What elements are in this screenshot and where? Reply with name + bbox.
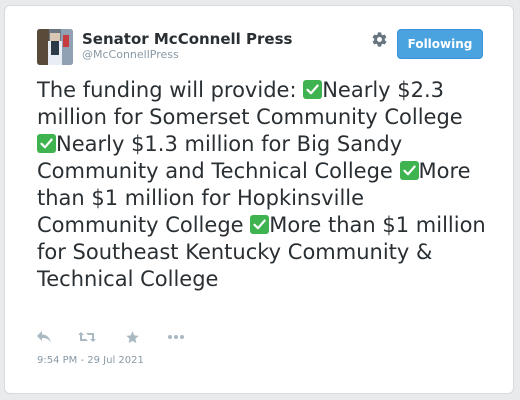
avatar-image [37, 29, 73, 65]
reply-icon[interactable] [35, 328, 53, 346]
tweet-text: The funding will provide: Nearly $2.3 mi… [37, 77, 487, 293]
tweet-intro: The funding will provide: [37, 78, 304, 102]
check-mark-emoji-icon [303, 80, 323, 99]
check-mark-emoji-icon [37, 134, 56, 153]
gear-icon[interactable] [371, 31, 388, 48]
check-mark-emoji-icon [250, 215, 270, 234]
account-handle[interactable]: @McConnellPress [82, 48, 179, 61]
star-icon[interactable] [123, 328, 141, 346]
tweet-timestamp[interactable]: 9:54 PM - 29 Jul 2021 [37, 355, 144, 366]
avatar[interactable] [37, 29, 73, 65]
account-name[interactable]: Senator McConnell Press [82, 30, 292, 48]
retweet-icon[interactable] [78, 328, 96, 346]
check-mark-emoji-icon [399, 161, 419, 180]
following-button[interactable]: Following [397, 29, 483, 59]
tweet-item-big-sandy: Nearly $1.3 million for Big Sandy Commun… [37, 132, 403, 183]
more-icon[interactable] [167, 328, 185, 346]
